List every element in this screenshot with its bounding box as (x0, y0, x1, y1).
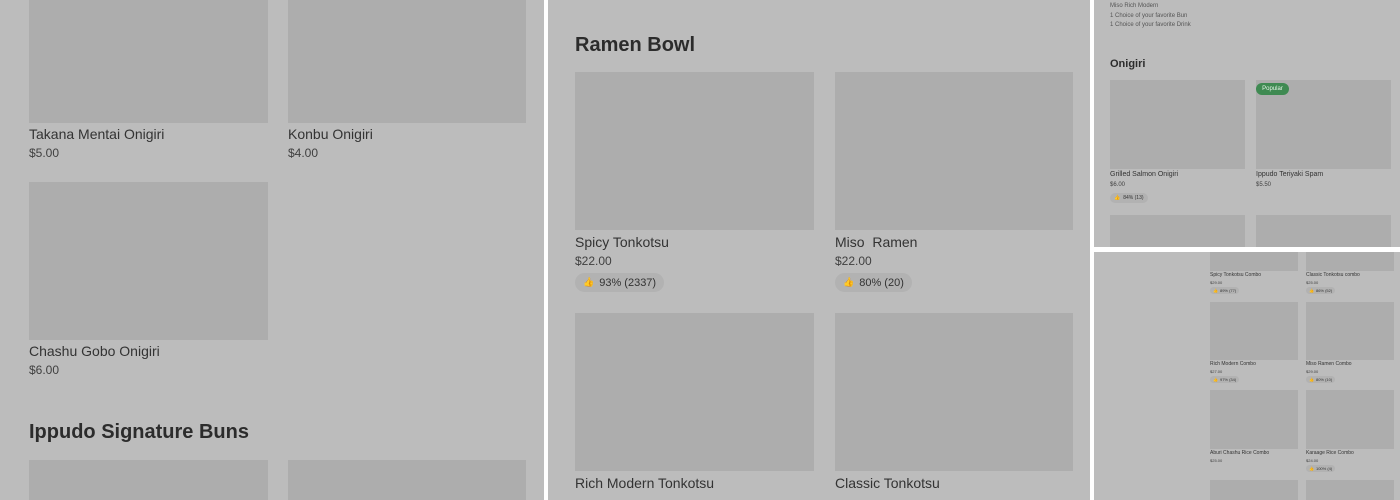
item-price: $27.00 (1210, 369, 1223, 374)
item-name[interactable]: Karaage Rice Combo (1306, 450, 1354, 456)
item-image[interactable] (1210, 480, 1298, 500)
item-name[interactable]: Classic Tonkotsu combo (1306, 272, 1360, 278)
item-name[interactable]: Konbu Onigiri (288, 126, 373, 142)
item-name[interactable]: Miso Ramen Combo (1306, 361, 1352, 367)
rating-badge: 👍 80% (20) (835, 273, 912, 292)
item-image[interactable] (575, 313, 814, 471)
item-name[interactable]: Miso Ramen (835, 234, 917, 250)
item-name[interactable]: Ippudo Teriyaki Spam (1256, 171, 1323, 178)
item-price: $22.00 (835, 254, 872, 268)
combo-description-line: Miso Rich Modern (1110, 3, 1159, 9)
item-price: $29.00 (1306, 369, 1319, 374)
thumbs-up-icon: 👍 (1213, 288, 1218, 293)
combo-description-line: 1 Choice of your favorite Bun (1110, 13, 1188, 19)
item-name[interactable]: Grilled Salmon Onigiri (1110, 171, 1178, 178)
item-price: $5.00 (29, 146, 60, 160)
item-name[interactable]: Rich Modern Combo (1210, 361, 1256, 367)
item-image[interactable] (1110, 215, 1245, 247)
item-image[interactable] (835, 72, 1073, 230)
thumbs-up-icon: 👍 (583, 277, 595, 287)
rating-badge: 👍 80% (10) (1306, 376, 1336, 383)
rating-badge: 👍 100% (4) (1306, 465, 1336, 472)
combo-description-line: 1 Choice of your favorite Drink (1110, 22, 1191, 28)
item-price: $22.00 (575, 254, 612, 268)
item-image[interactable] (29, 0, 268, 123)
popular-badge: Popular (1256, 83, 1289, 95)
item-image[interactable] (1210, 252, 1298, 271)
rating-badge: 👍 86% (52) (1306, 287, 1336, 294)
item-image[interactable] (1306, 302, 1394, 360)
item-image[interactable] (575, 72, 814, 230)
item-name[interactable]: Spicy Tonkotsu Combo (1210, 272, 1261, 278)
item-image[interactable] (288, 0, 526, 123)
menu-panel-ramen: Ramen Bowl Spicy Tonkotsu $22.00 👍 93% (… (548, 0, 1090, 500)
thumbs-up-icon: 👍 (1309, 288, 1314, 293)
item-image[interactable] (1256, 215, 1391, 247)
rating-badge: 👍 84% (13) (1110, 193, 1148, 203)
rating-value: 80% (10) (1315, 377, 1333, 382)
item-image[interactable] (1306, 390, 1394, 449)
item-name[interactable]: Takana Mentai Onigiri (29, 126, 164, 142)
item-image[interactable] (29, 460, 268, 500)
rating-badge: 👍 97% (34) (1210, 376, 1240, 383)
section-title: Onigiri (1110, 58, 1146, 70)
rating-value: 93% (2337) (599, 276, 657, 289)
item-price: $6.00 (1110, 182, 1126, 188)
item-price: $24.00 (1306, 458, 1319, 463)
item-price: $25.00 (1210, 458, 1223, 463)
item-name[interactable]: Aburi Chashu Rice Combo (1210, 450, 1269, 456)
menu-panel-onigiri-small: Miso Rich Modern 1 Choice of your favori… (1094, 0, 1400, 247)
rating-value: 86% (52) (1315, 288, 1333, 293)
rating-value: 100% (4) (1315, 466, 1333, 471)
item-name[interactable]: Rich Modern Tonkotsu (575, 475, 714, 491)
thumbs-up-icon: 👍 (1309, 466, 1314, 471)
item-image[interactable] (288, 460, 526, 500)
thumbs-up-icon: 👍 (1213, 377, 1218, 382)
rating-value: 84% (13) (1123, 195, 1144, 201)
rating-badge: 👍 93% (2337) (575, 273, 665, 292)
item-image[interactable] (835, 313, 1073, 471)
section-title: Ramen Bowl (575, 34, 696, 56)
thumbs-up-icon: 👍 (843, 277, 855, 287)
menu-panel-onigiri: Takana Mentai Onigiri $5.00 Konbu Onigir… (0, 0, 544, 500)
rating-value: 97% (34) (1219, 377, 1237, 382)
item-image[interactable] (29, 182, 268, 340)
item-image[interactable] (1110, 80, 1245, 169)
thumbs-up-icon: 👍 (1309, 377, 1314, 382)
rating-value: 80% (20) (859, 276, 904, 289)
menu-panel-combos: Spicy Tonkotsu Combo $29.00 👍 89% (77) C… (1094, 252, 1400, 500)
item-price: $5.50 (1256, 182, 1272, 188)
item-image[interactable] (1306, 480, 1394, 500)
item-image[interactable] (1306, 252, 1394, 271)
rating-badge: 👍 89% (77) (1210, 287, 1240, 294)
rating-value: 89% (77) (1219, 288, 1237, 293)
thumbs-up-icon: 👍 (1114, 195, 1121, 201)
item-price: $25.00 (1306, 280, 1319, 285)
item-name[interactable]: Classic Tonkotsu (835, 475, 940, 491)
item-image[interactable] (1210, 302, 1298, 360)
item-price: $4.00 (288, 146, 319, 160)
item-image[interactable] (1210, 390, 1298, 449)
item-name[interactable]: Chashu Gobo Onigiri (29, 343, 160, 359)
section-title: Ippudo Signature Buns (29, 421, 249, 443)
item-price: $29.00 (1210, 280, 1223, 285)
item-name[interactable]: Spicy Tonkotsu (575, 234, 669, 250)
item-price: $6.00 (29, 363, 60, 377)
